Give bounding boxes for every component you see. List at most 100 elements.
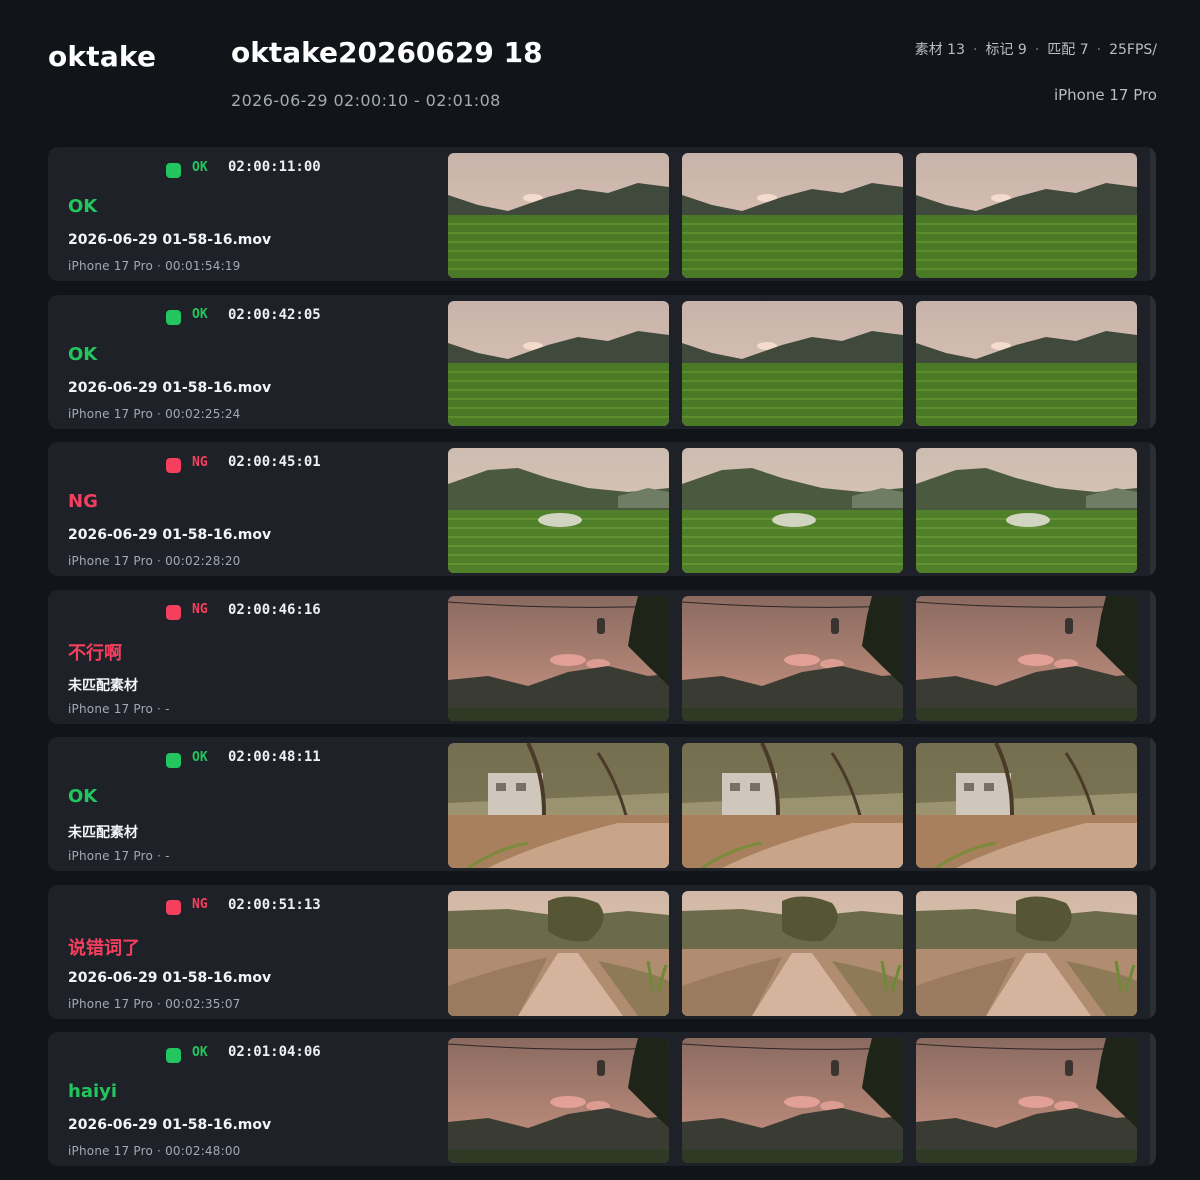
frame-thumbnail[interactable] (682, 743, 903, 868)
frame-thumbnail[interactable] (916, 153, 1137, 278)
status-label: NG (192, 454, 208, 470)
row-edge (1150, 294, 1156, 429)
thumbnail-strip (448, 890, 1137, 1016)
clip-filename: 未匹配素材 (68, 825, 138, 841)
timecode: 02:01:04:06 (228, 1044, 321, 1060)
take-row[interactable]: OK 02:00:11:00 OK 2026-06-29 01-58-16.mo… (48, 147, 1156, 281)
take-list: OK 02:00:11:00 OK 2026-06-29 01-58-16.mo… (48, 147, 1156, 1180)
take-row[interactable]: NG 02:00:46:16 不行啊 未匹配素材 iPhone 17 Pro ·… (48, 589, 1156, 724)
separator-dot: · (1034, 42, 1040, 58)
frame-thumbnail[interactable] (682, 300, 903, 426)
status-square-icon (166, 162, 181, 178)
frame-thumbnail[interactable] (682, 1038, 903, 1163)
frame-thumbnail[interactable] (682, 890, 903, 1016)
frame-thumbnail[interactable] (916, 743, 1137, 868)
frame-thumbnail[interactable] (448, 300, 669, 426)
frame-thumbnail[interactable] (682, 448, 903, 573)
frame-thumbnail[interactable] (682, 595, 903, 721)
session-device: iPhone 17 Pro (1053, 86, 1157, 104)
clip-device-timecode: iPhone 17 Pro · 00:02:35:07 (68, 996, 241, 1011)
stat-fps: 25FPS/ (1109, 42, 1157, 58)
stat-clips: 素材 13 (914, 42, 965, 58)
clip-filename: 2026-06-29 01-58-16.mov (68, 1117, 272, 1133)
row-edge (1150, 737, 1156, 871)
frame-thumbnail[interactable] (448, 153, 669, 278)
frame-thumbnail[interactable] (448, 1038, 669, 1163)
clip-device-timecode: iPhone 17 Pro · 00:01:54:19 (68, 259, 241, 273)
clip-filename: 未匹配素材 (68, 677, 138, 694)
frame-thumbnail[interactable] (916, 890, 1137, 1016)
timecode: 02:00:42:05 (228, 306, 321, 323)
clip-device-timecode: iPhone 17 Pro · 00:02:48:00 (68, 1144, 241, 1158)
status-label: OK (192, 1044, 208, 1060)
take-marker: NG 02:00:45:01 (166, 453, 321, 473)
session-stats: 素材 13 · 标记 9 · 匹配 7 · 25FPS/ (915, 39, 1157, 59)
take-marker: NG 02:00:51:13 (166, 896, 321, 915)
take-row[interactable]: OK 02:01:04:06 haiyi 2026-06-29 01-58-16… (48, 1032, 1156, 1166)
take-note: 说错词了 (68, 937, 140, 959)
frame-thumbnail[interactable] (448, 448, 669, 573)
take-note: 不行啊 (68, 642, 122, 664)
stat-markers: 标记 9 (985, 42, 1027, 58)
row-edge (1150, 589, 1156, 724)
take-marker: OK 02:00:11:00 (166, 158, 321, 178)
frame-thumbnail[interactable] (916, 448, 1137, 573)
take-row[interactable]: OK 02:00:42:05 OK 2026-06-29 01-58-16.mo… (48, 294, 1156, 429)
take-row[interactable]: NG 02:00:45:01 NG 2026-06-29 01-58-16.mo… (48, 442, 1156, 576)
take-note: NG (68, 491, 98, 512)
status-square-icon (166, 457, 181, 473)
timecode: 02:00:46:16 (228, 601, 321, 618)
status-label: OK (192, 159, 208, 175)
thumbnail-strip (448, 743, 1137, 868)
stat-matched: 匹配 7 (1047, 42, 1089, 58)
clip-filename: 2026-06-29 01-58-16.mov (68, 969, 272, 986)
clip-device-timecode: iPhone 17 Pro · 00:02:25:24 (68, 406, 241, 421)
row-edge (1150, 884, 1156, 1019)
take-note: OK (68, 343, 98, 365)
row-edge (1150, 147, 1156, 281)
take-row[interactable]: NG 02:00:51:13 说错词了 2026-06-29 01-58-16.… (48, 884, 1156, 1019)
brand-logo-text: oktake (48, 40, 157, 73)
status-label: NG (192, 897, 208, 912)
frame-thumbnail[interactable] (916, 1038, 1137, 1163)
clip-filename: 2026-06-29 01-58-16.mov (68, 527, 272, 543)
frame-thumbnail[interactable] (448, 890, 669, 1016)
status-label: OK (192, 749, 208, 765)
frame-thumbnail[interactable] (448, 743, 669, 868)
take-marker: NG 02:00:46:16 (166, 601, 321, 620)
take-note: OK (68, 786, 98, 807)
row-edge (1150, 442, 1156, 576)
status-label: NG (192, 602, 208, 617)
take-marker: OK 02:01:04:06 (166, 1043, 321, 1063)
status-label: OK (192, 307, 208, 322)
take-marker: OK 02:00:48:11 (166, 748, 321, 768)
take-note: OK (68, 196, 98, 217)
status-square-icon (166, 900, 181, 915)
status-square-icon (166, 1047, 181, 1063)
take-marker: OK 02:00:42:05 (166, 306, 321, 325)
status-square-icon (166, 752, 181, 768)
timecode: 02:00:51:13 (228, 896, 321, 913)
thumbnail-strip (448, 300, 1137, 426)
thumbnail-strip (448, 448, 1137, 573)
thumbnail-strip (448, 595, 1137, 721)
frame-thumbnail[interactable] (916, 300, 1137, 426)
status-square-icon (166, 605, 181, 620)
thumbnail-strip (448, 153, 1137, 278)
thumbnail-strip (448, 1038, 1137, 1163)
frame-thumbnail[interactable] (682, 153, 903, 278)
session-time-range: 2026-06-29 02:00:10 - 02:01:08 (231, 91, 501, 110)
clip-device-timecode: iPhone 17 Pro · - (68, 849, 170, 863)
take-note: haiyi (68, 1081, 118, 1102)
timecode: 02:00:48:11 (228, 749, 321, 765)
row-edge (1150, 1032, 1156, 1166)
timecode: 02:00:11:00 (228, 159, 321, 175)
clip-filename: 2026-06-29 01-58-16.mov (68, 379, 272, 396)
session-title: oktake20260629 18 (231, 36, 543, 69)
status-square-icon (166, 310, 181, 325)
separator-dot: · (1096, 42, 1102, 58)
clip-filename: 2026-06-29 01-58-16.mov (68, 232, 272, 248)
take-row[interactable]: OK 02:00:48:11 OK 未匹配素材 iPhone 17 Pro · … (48, 737, 1156, 871)
frame-thumbnail[interactable] (448, 595, 669, 721)
frame-thumbnail[interactable] (916, 595, 1137, 721)
